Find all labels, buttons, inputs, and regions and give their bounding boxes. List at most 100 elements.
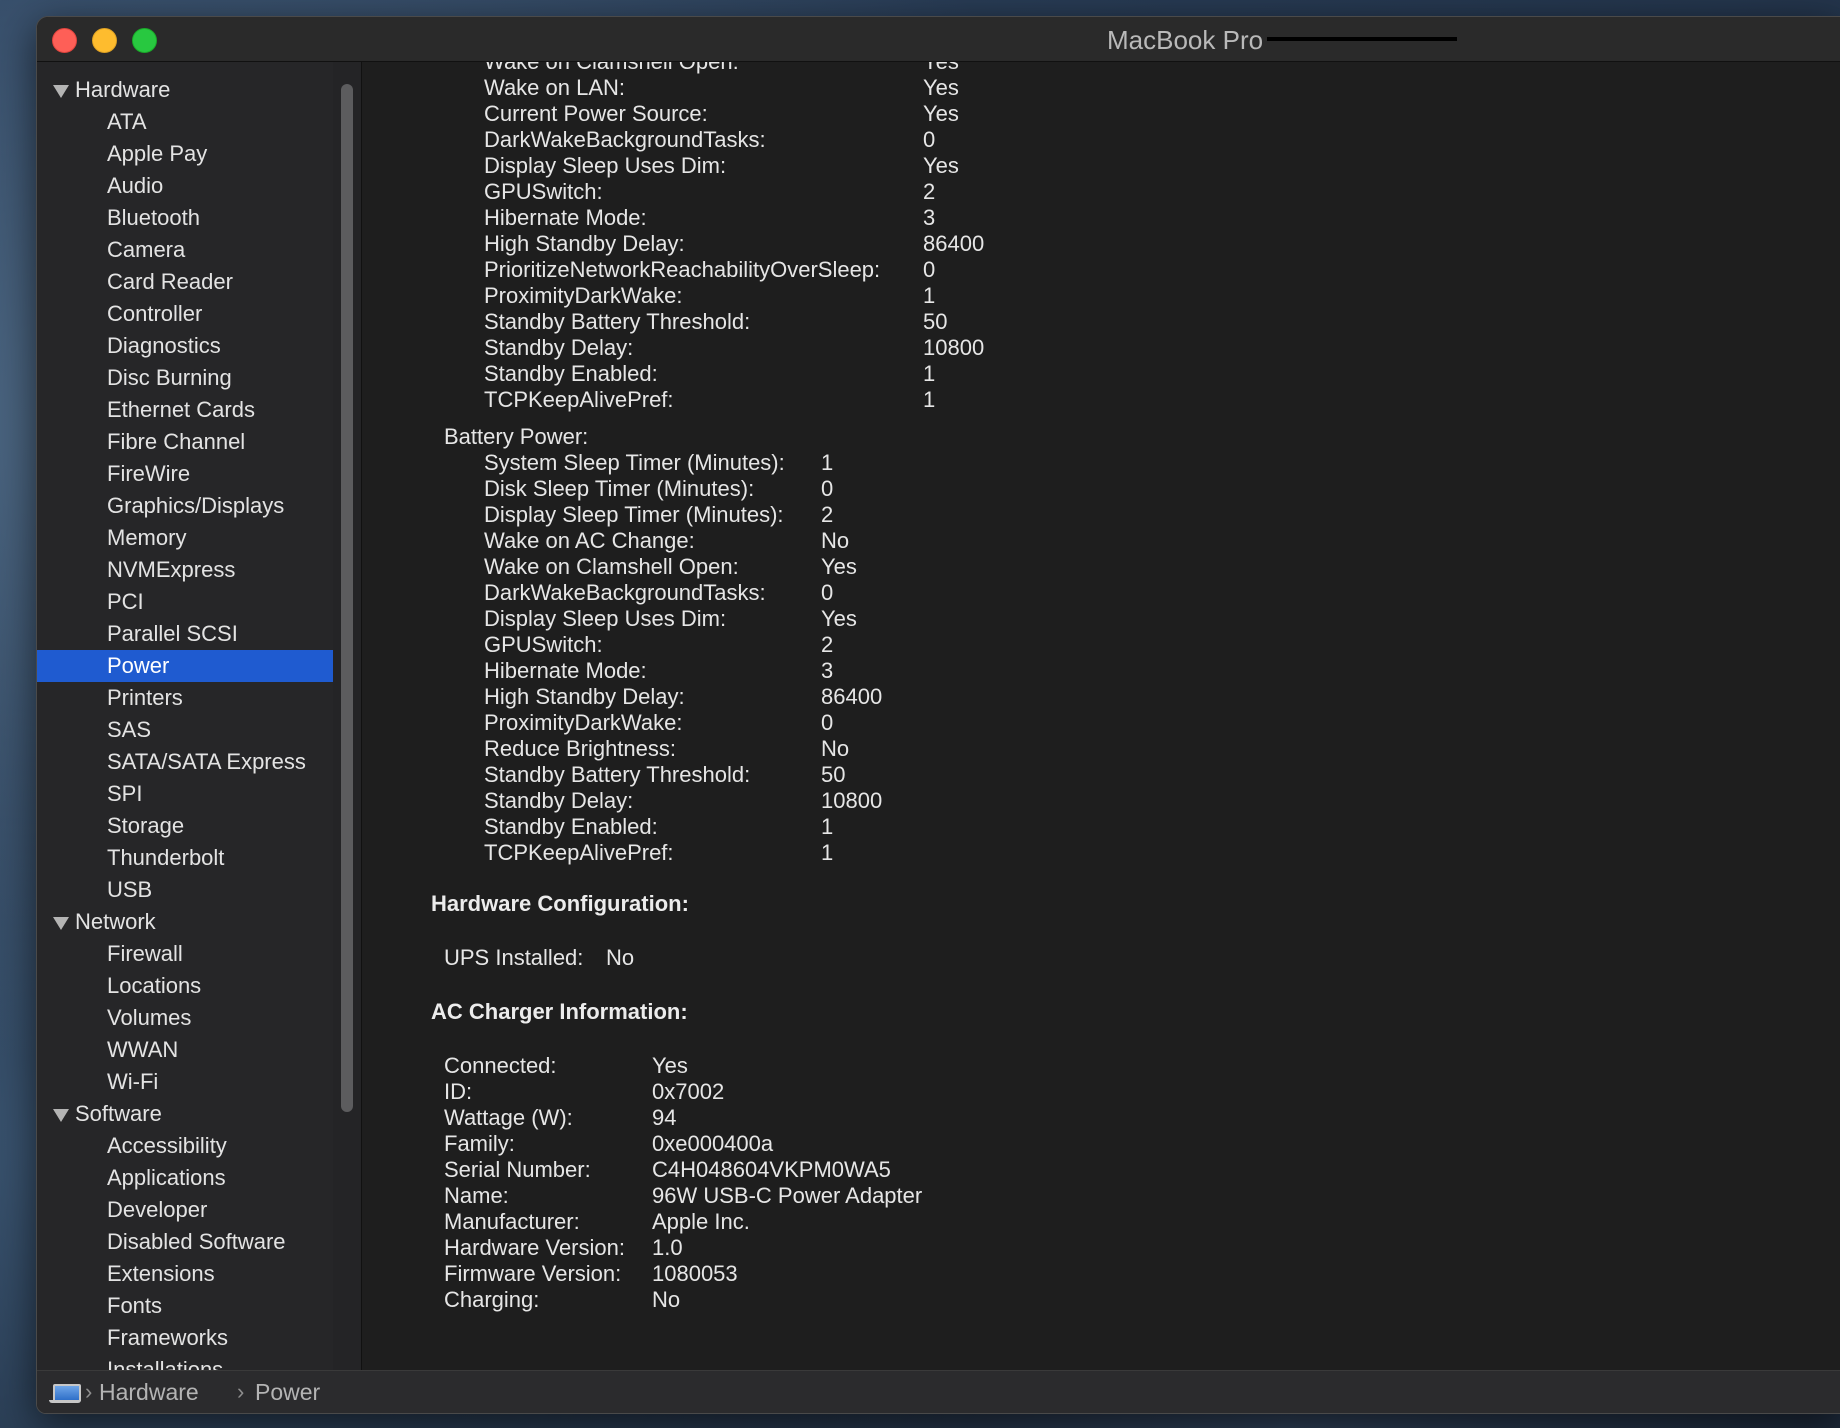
ac-power-row: Wake on LAN: Yes	[484, 75, 1384, 101]
sidebar-item-sas[interactable]: SAS	[37, 714, 333, 746]
sidebar-item-pci[interactable]: PCI	[37, 586, 333, 618]
sidebar-item-fonts[interactable]: Fonts	[37, 1290, 333, 1322]
sidebar-item-thunderbolt[interactable]: Thunderbolt	[37, 842, 333, 874]
battery-power-row: TCPKeepAlivePref: 1	[484, 840, 1384, 866]
sidebar-item-storage[interactable]: Storage	[37, 810, 333, 842]
property-value: 86400	[923, 231, 985, 256]
property-key: TCPKeepAlivePref:	[484, 387, 674, 412]
sidebar-item-audio[interactable]: Audio	[37, 170, 333, 202]
sidebar-item-parallel-scsi[interactable]: Parallel SCSI	[37, 618, 333, 650]
property-key: Family:	[444, 1131, 515, 1156]
ac-charger-row: ID: 0x7002	[444, 1079, 1344, 1105]
property-value: 0	[923, 257, 936, 282]
sidebar-item-firewall[interactable]: Firewall	[37, 938, 333, 970]
sidebar-item-graphics-displays[interactable]: Graphics/Displays	[37, 490, 333, 522]
ac-charger-heading: AC Charger Information:	[431, 999, 688, 1024]
sidebar-item-extensions[interactable]: Extensions	[37, 1258, 333, 1290]
property-value: 2	[821, 502, 834, 527]
property-value: Yes	[821, 606, 857, 631]
sidebar-item-firewire[interactable]: FireWire	[37, 458, 333, 490]
sidebar-category-network[interactable]: Network	[37, 906, 333, 938]
disclosure-triangle-icon[interactable]	[53, 85, 69, 98]
ac-charger-row: Manufacturer: Apple Inc.	[444, 1209, 1344, 1235]
chevron-right-icon: ›	[85, 1379, 93, 1404]
system-information-window: MacBook Pro Hardware ATA Apple Pay Audio Blu…	[36, 16, 1840, 1414]
sidebar-item-volumes[interactable]: Volumes	[37, 1002, 333, 1034]
battery-power-row: Display Sleep Timer (Minutes): 2	[484, 502, 1384, 528]
sidebar-item-developer[interactable]: Developer	[37, 1194, 333, 1226]
property-key: TCPKeepAlivePref:	[484, 840, 674, 865]
sidebar-item-wi-fi[interactable]: Wi-Fi	[37, 1066, 333, 1098]
property-value: 10800	[821, 788, 883, 813]
sidebar-item-apple-pay[interactable]: Apple Pay	[37, 138, 333, 170]
property-value: 0	[923, 127, 936, 152]
sidebar-category-software[interactable]: Software	[37, 1098, 333, 1130]
property-key: Standby Delay:	[484, 788, 634, 813]
ac-power-row: Standby Delay: 10800	[484, 335, 1384, 361]
battery-power-row: GPUSwitch: 2	[484, 632, 1384, 658]
sidebar-item-printers[interactable]: Printers	[37, 682, 333, 714]
property-key: Disk Sleep Timer (Minutes):	[484, 476, 755, 501]
sidebar-item-accessibility[interactable]: Accessibility	[37, 1130, 333, 1162]
ac-power-row: Current Power Source: Yes	[484, 101, 1384, 127]
property-value: 10800	[923, 335, 985, 360]
title-bar[interactable]: MacBook Pro	[37, 17, 1840, 62]
sidebar-item-card-reader[interactable]: Card Reader	[37, 266, 333, 298]
sidebar-item-power[interactable]: Power	[37, 650, 333, 682]
property-key: Hardware Version:	[444, 1235, 625, 1260]
sidebar-item-ata[interactable]: ATA	[37, 106, 333, 138]
property-key: Standby Battery Threshold:	[484, 762, 751, 787]
sidebar-item-bluetooth[interactable]: Bluetooth	[37, 202, 333, 234]
property-value: Yes	[923, 75, 959, 100]
computer-icon[interactable]	[49, 1384, 81, 1403]
sidebar-item-memory[interactable]: Memory	[37, 522, 333, 554]
sidebar-item-installations[interactable]: Installations	[37, 1354, 333, 1370]
property-key: Wattage (W):	[444, 1105, 573, 1130]
property-key: Wake on LAN:	[484, 75, 626, 100]
sidebar-item-applications[interactable]: Applications	[37, 1162, 333, 1194]
property-value: No	[821, 528, 850, 553]
sidebar-item-controller[interactable]: Controller	[37, 298, 333, 330]
sidebar-item-locations[interactable]: Locations	[37, 970, 333, 1002]
sidebar-scroll-thumb[interactable]	[341, 84, 353, 1112]
sidebar-item-disc-burning[interactable]: Disc Burning	[37, 362, 333, 394]
battery-power-row: Wake on Clamshell Open: Yes	[484, 554, 1384, 580]
sidebar-item-camera[interactable]: Camera	[37, 234, 333, 266]
sidebar-item-disabled-software[interactable]: Disabled Software	[37, 1226, 333, 1258]
ac-power-row: Standby Enabled: 1	[484, 361, 1384, 387]
sidebar-item-wwan[interactable]: WWAN	[37, 1034, 333, 1066]
property-key: GPUSwitch:	[484, 632, 603, 657]
disclosure-triangle-icon[interactable]	[53, 917, 69, 930]
ac-power-row: High Standby Delay: 86400	[484, 231, 1384, 257]
ac-charger-row: Charging: No	[444, 1287, 1344, 1313]
sidebar-item-ethernet-cards[interactable]: Ethernet Cards	[37, 394, 333, 426]
sidebar-item-usb[interactable]: USB	[37, 874, 333, 906]
sidebar-category-label: Network	[75, 909, 156, 934]
sidebar-scrollbar[interactable]	[333, 62, 362, 1370]
close-button[interactable]	[52, 28, 77, 53]
sidebar-item-spi[interactable]: SPI	[37, 778, 333, 810]
sidebar-category-hardware[interactable]: Hardware	[37, 74, 333, 106]
category-tree: Hardware ATA Apple Pay Audio Bluetooth Camera…	[37, 74, 333, 1370]
zoom-button[interactable]	[132, 28, 157, 53]
property-value: 50	[821, 762, 846, 787]
breadcrumb-power[interactable]: Power	[255, 1379, 320, 1406]
sidebar-item-frameworks[interactable]: Frameworks	[37, 1322, 333, 1354]
minimize-button[interactable]	[92, 28, 117, 53]
property-value: Yes	[923, 101, 959, 126]
battery-power-section-label: Battery Power:	[444, 424, 589, 449]
sidebar-item-sata-sata-express[interactable]: SATA/SATA Express	[37, 746, 333, 778]
disclosure-triangle-icon[interactable]	[53, 1109, 69, 1122]
battery-power-row: DarkWakeBackgroundTasks: 0	[484, 580, 1384, 606]
property-key: Wake on Clamshell Open:	[484, 62, 739, 75]
sidebar-item-nvmexpress[interactable]: NVMExpress	[37, 554, 333, 586]
property-key: System Sleep Timer (Minutes):	[484, 450, 785, 475]
path-bar: › Hardware › Power	[37, 1370, 1840, 1413]
breadcrumb-hardware[interactable]: Hardware	[99, 1379, 199, 1406]
ac-power-row: PrioritizeNetworkReachabilityOverSleep: 0	[484, 257, 1384, 283]
property-value: 1080053	[652, 1261, 738, 1286]
sidebar-item-diagnostics[interactable]: Diagnostics	[37, 330, 333, 362]
sidebar-item-fibre-channel[interactable]: Fibre Channel	[37, 426, 333, 458]
property-value: 1	[923, 361, 936, 386]
sidebar: Hardware ATA Apple Pay Audio Bluetooth Camera…	[37, 62, 333, 1370]
